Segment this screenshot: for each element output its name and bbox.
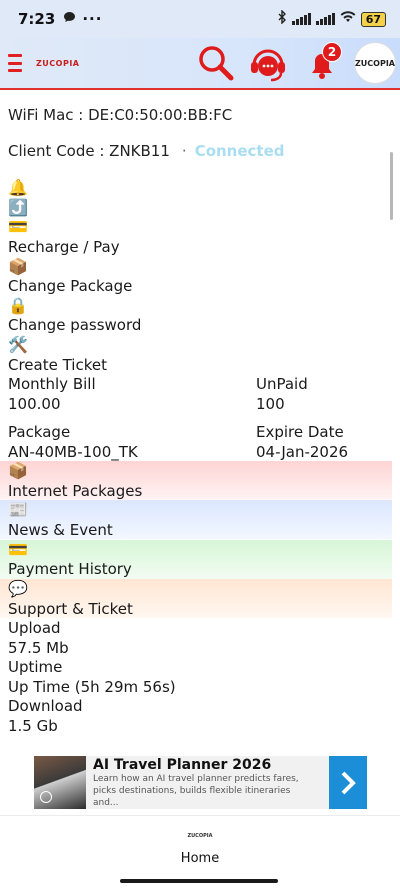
upload-value: 57.5 Mb	[8, 639, 69, 657]
signal-icon	[315, 13, 335, 25]
chat-bubble-icon	[63, 11, 76, 27]
scrollbar[interactable]	[390, 152, 393, 220]
download-value: 1.5 Gb	[8, 717, 58, 735]
upload-label: Upload	[8, 619, 61, 637]
status-bar: 7:23 ··· 67	[0, 0, 400, 38]
change-package-link[interactable]: Change Package	[8, 276, 132, 296]
signal-icon	[291, 13, 311, 25]
package-value: AN-40MB-100_TK	[8, 443, 138, 461]
app-header: ZUCOPIA 2 ZUCOPIA	[0, 38, 400, 90]
wifi-mac: WiFi Mac : DE:C0:50:00:BB:FC	[8, 106, 233, 124]
bill-status-value: 100	[256, 395, 285, 413]
home-tab[interactable]: Home	[0, 851, 400, 866]
status-time: 7:23	[18, 10, 56, 28]
package-icon: 📦	[8, 461, 28, 480]
separator-dot: ·	[181, 142, 187, 160]
bluetooth-icon	[278, 9, 287, 28]
wifi-icon	[340, 11, 356, 27]
battery-icon: 67	[360, 11, 386, 27]
notification-bell-icon[interactable]: 2	[300, 41, 344, 85]
package-label: Package	[8, 423, 71, 441]
ad-image	[34, 756, 86, 809]
expire-date-label: Expire Date	[256, 423, 344, 441]
internet-packages-link[interactable]: Internet Packages	[8, 481, 142, 501]
newspaper-icon: 📰	[8, 500, 28, 519]
dashboard-content: WiFi Mac : DE:C0:50:00:BB:FC Client Code…	[0, 92, 392, 752]
ad-banner[interactable]: AI Travel Planner 2026 Learn how an AI t…	[34, 756, 367, 809]
more-notifications-icon: ···	[82, 10, 103, 28]
bell-icon[interactable]: 🔔	[8, 178, 28, 198]
profile-avatar[interactable]: ZUCOPIA	[354, 42, 396, 84]
home-indicator[interactable]	[120, 879, 278, 883]
monthly-bill-label: Monthly Bill	[8, 375, 96, 393]
client-code: Client Code : ZNKB11	[8, 142, 170, 160]
uptime-label: Uptime	[8, 658, 63, 676]
client-code-row: Client Code : ZNKB11 · Connected	[8, 142, 285, 160]
speech-bubble-icon: 💬	[8, 579, 28, 598]
home-logo-icon[interactable]: ZUCOPIA	[0, 833, 400, 839]
brand-logo: ZUCOPIA	[36, 58, 80, 68]
payment-history-link[interactable]: Payment History	[8, 559, 132, 579]
search-icon[interactable]	[196, 43, 236, 83]
support-ticket-link[interactable]: Support & Ticket	[8, 599, 133, 619]
lock-icon: 🔒	[8, 296, 28, 315]
connection-status: Connected	[194, 142, 285, 160]
recharge-pay-link[interactable]: Recharge / Pay	[8, 237, 120, 257]
uptime-value: Up Time (5h 29m 56s)	[8, 678, 176, 696]
bottom-nav: ZUCOPIA Home	[0, 815, 400, 889]
chevron-right-icon[interactable]	[329, 756, 367, 809]
download-label: Download	[8, 697, 83, 715]
monthly-bill-amount: 100.00	[8, 395, 61, 413]
bill-status-label: UnPaid	[256, 375, 308, 393]
ad-title: AI Travel Planner 2026	[93, 756, 272, 773]
notification-badge: 2	[322, 42, 342, 62]
support-headset-icon[interactable]	[246, 41, 290, 85]
menu-icon[interactable]	[8, 54, 22, 72]
credit-card-icon: 💳	[8, 540, 28, 559]
change-password-link[interactable]: Change password	[8, 315, 141, 335]
ad-description: Learn how an AI travel planner predicts …	[93, 773, 299, 808]
redirect-arrow-icon[interactable]: ⤴️	[8, 198, 28, 218]
tools-icon: 🛠️	[8, 335, 28, 354]
credit-card-icon: 💳	[8, 217, 28, 236]
package-icon: 📦	[8, 257, 28, 276]
expire-date-value: 04-Jan-2026	[256, 443, 349, 461]
news-event-link[interactable]: News & Event	[8, 520, 113, 540]
create-ticket-link[interactable]: Create Ticket	[8, 355, 107, 375]
